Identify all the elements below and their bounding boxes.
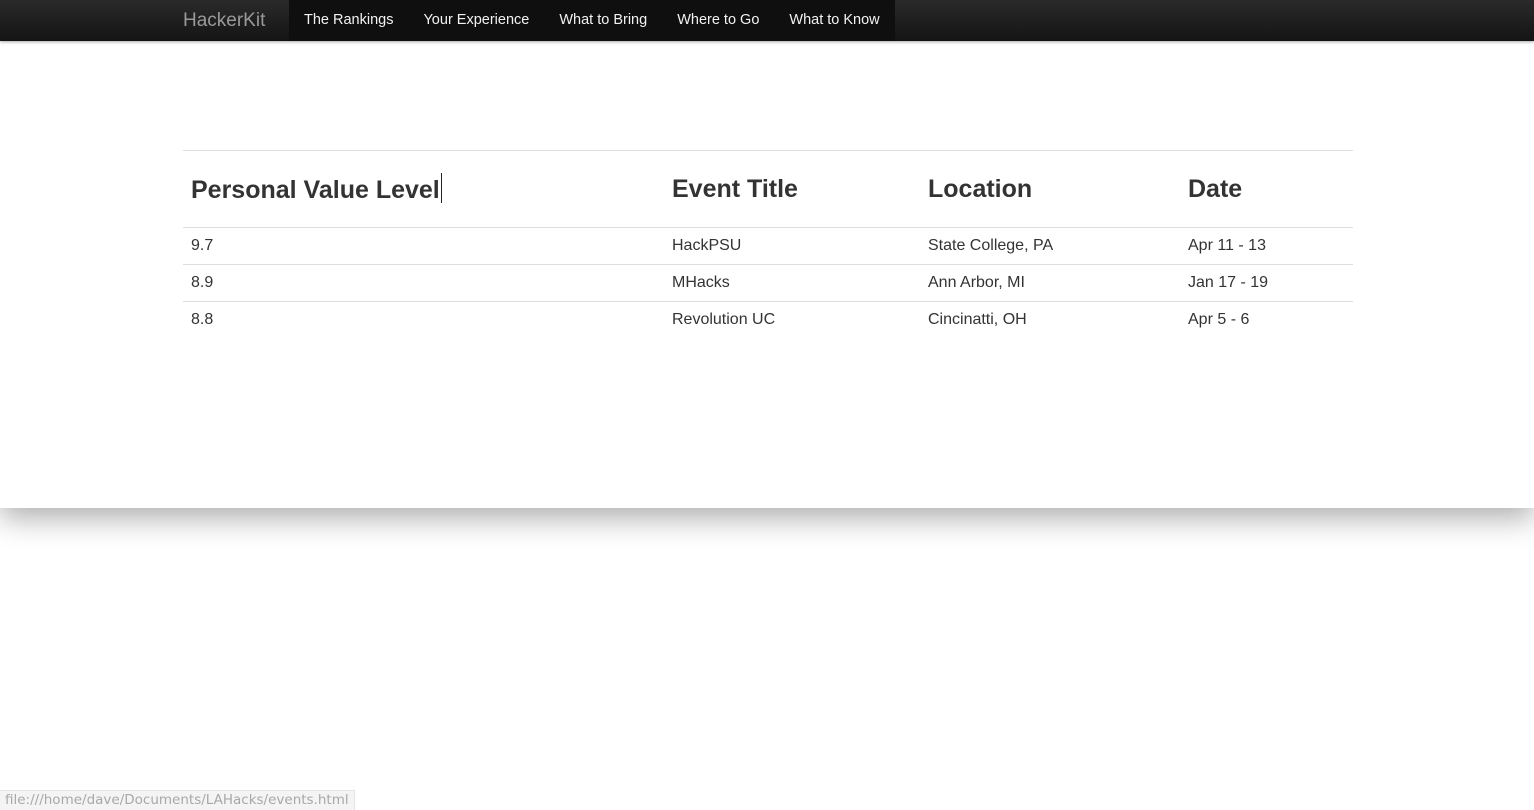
table-row: 9.7 HackPSU State College, PA Apr 11 - 1…	[183, 227, 1353, 265]
header-date: Date	[1180, 150, 1353, 228]
browser-status-url: file:///home/dave/Documents/LAHacks/even…	[0, 790, 355, 810]
cell-location: Ann Arbor, MI	[920, 264, 1180, 302]
top-navbar: HackerKit The Rankings Your Experience W…	[0, 0, 1534, 41]
nav-item-what-to-know[interactable]: What to Know	[774, 0, 894, 41]
events-table-container: Personal Value Level Event Title Locatio…	[183, 150, 1353, 338]
header-location: Location	[920, 150, 1180, 228]
cell-location: State College, PA	[920, 227, 1180, 265]
nav-menu: The Rankings Your Experience What to Bri…	[289, 0, 895, 41]
cell-value-level: 8.9	[183, 264, 664, 302]
table-header-row: Personal Value Level Event Title Locatio…	[183, 150, 1353, 228]
cell-value-level: 8.8	[191, 311, 214, 328]
table-row: 8.9 MHacks Ann Arbor, MI Jan 17 - 19	[183, 264, 1353, 302]
nav-item-your-experience[interactable]: Your Experience	[408, 0, 544, 41]
nav-item-the-rankings[interactable]: The Rankings	[289, 0, 408, 41]
cell-event-title: HackPSU	[664, 227, 920, 265]
cell-event-title: Revolution UC	[672, 311, 776, 328]
cell-location: Cincinatti, OH	[928, 311, 1027, 328]
cell-date: Apr 5 - 6	[1188, 311, 1250, 328]
nav-item-what-to-bring[interactable]: What to Bring	[544, 0, 662, 41]
cell-event-title: MHacks	[664, 264, 920, 302]
events-table: Personal Value Level Event Title Locatio…	[183, 150, 1353, 338]
table-row: 8.8 Revolution UC Cincinatti, OH Apr 5 -…	[183, 302, 1353, 339]
cell-date: Jan 17 - 19	[1180, 264, 1353, 302]
brand-link[interactable]: HackerKit	[183, 0, 265, 41]
text-cursor	[440, 173, 442, 203]
header-event-title: Event Title	[664, 150, 920, 228]
cell-value-level: 9.7	[183, 227, 664, 265]
header-label: Personal Value Level	[191, 176, 440, 204]
cell-date: Apr 11 - 13	[1180, 227, 1353, 265]
nav-item-where-to-go[interactable]: Where to Go	[662, 0, 774, 41]
content-panel: Personal Value Level Event Title Locatio…	[0, 41, 1534, 508]
header-personal-value-level: Personal Value Level	[183, 150, 664, 228]
